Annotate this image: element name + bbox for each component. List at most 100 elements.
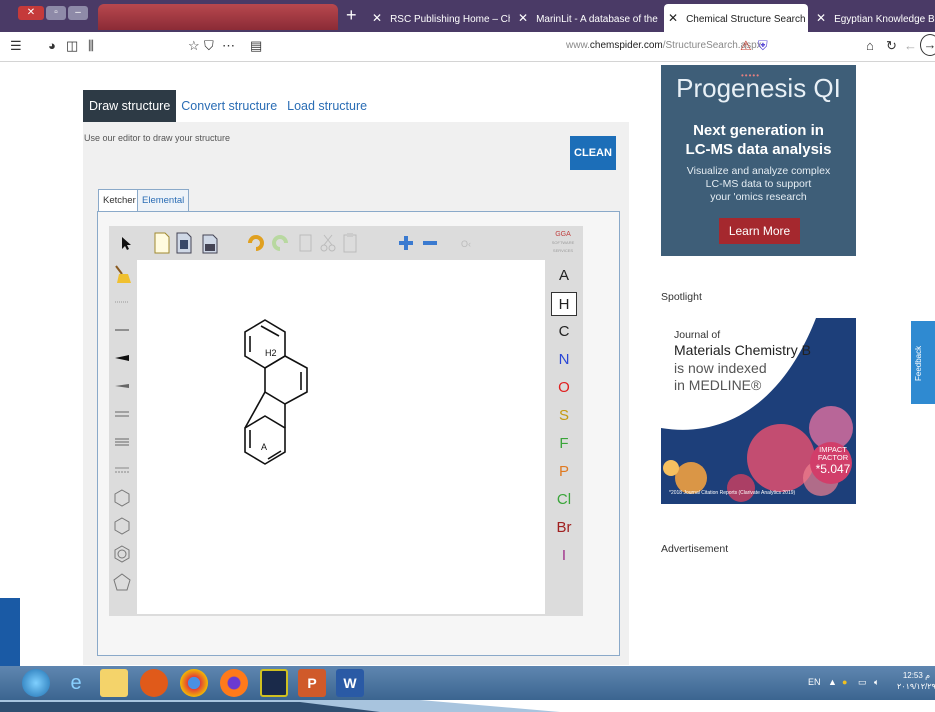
atom-button-p[interactable]: P [551, 460, 577, 484]
h2-label: H2 [265, 348, 277, 358]
select-arrow-icon[interactable] [117, 232, 135, 254]
back-icon[interactable]: ← [904, 38, 917, 53]
single-bond-icon[interactable] [112, 320, 132, 340]
page-actions-icon[interactable]: ⋯ [222, 38, 235, 54]
journal-name: Materials Chemistry B [674, 342, 811, 358]
indexed-text: is now indexed [674, 360, 767, 376]
journal-of-text: Journal of [674, 329, 721, 341]
atom-button-a[interactable]: A [551, 264, 577, 288]
tab-close-icon[interactable]: ✕ [816, 4, 826, 32]
feedback-button[interactable]: Feedback [911, 321, 935, 404]
insecure-icon[interactable]: ⚠ [740, 38, 752, 54]
impact-factor-badge: IMPACT FACTOR *5.047 [815, 445, 851, 477]
start-button[interactable] [22, 669, 50, 697]
molecule-structure: H2 A [244, 319, 308, 465]
reader-view-icon[interactable]: ▤ [250, 38, 262, 54]
bookmark-star-icon[interactable]: ☆ [188, 38, 200, 54]
tab-close-icon[interactable]: ✕ [668, 4, 678, 32]
window-maximize-button[interactable]: ▫ [46, 6, 66, 20]
tab-close-icon[interactable]: ✕ [372, 4, 382, 32]
triple-bond-icon[interactable] [112, 432, 132, 452]
any-bond-icon[interactable] [112, 292, 132, 312]
volume-icon[interactable]: 🔈︎ [874, 677, 879, 688]
tab-close-icon[interactable]: ✕ [518, 4, 528, 32]
jcr-credit: *2018 Journal Citation Reports (Clarivat… [669, 490, 796, 496]
redo-icon[interactable] [271, 232, 289, 254]
atom-button-c[interactable]: C [551, 320, 577, 344]
sidebar-icon[interactable]: ◫ [66, 38, 78, 54]
cyclopentane-icon[interactable] [112, 572, 132, 592]
hash-bond-icon[interactable] [112, 376, 132, 396]
cyclohexane-icon[interactable] [112, 516, 132, 536]
tab-marinlit[interactable]: ✕ MarinLit - A database of the m [514, 4, 660, 32]
editor-tab-elemental[interactable]: Elemental [137, 189, 190, 211]
tab-draw-structure[interactable]: Draw structure [83, 90, 177, 122]
progenesis-ad[interactable]: ••••• Progenesis QI Next generation in LC… [661, 65, 856, 256]
learn-more-button[interactable]: Learn More [719, 218, 800, 244]
window-close-button[interactable]: ✕ [18, 6, 44, 20]
language-indicator[interactable]: EN [808, 677, 821, 687]
atom-button-o[interactable]: O [551, 376, 577, 400]
undo-icon[interactable] [247, 232, 265, 254]
atom-button-s[interactable]: S [551, 404, 577, 428]
atom-button-br[interactable]: Br [551, 516, 577, 540]
open-file-icon[interactable] [175, 232, 193, 254]
reload-icon[interactable]: ↻ [886, 38, 897, 54]
journal-banner[interactable]: Journal of Materials Chemistry B is now … [661, 318, 856, 504]
chrome-icon[interactable] [180, 669, 208, 697]
file-explorer-icon[interactable] [100, 669, 128, 697]
cut-icon[interactable] [319, 232, 337, 254]
powerpoint-icon[interactable]: P [298, 669, 326, 697]
zoom-out-icon[interactable] [421, 232, 439, 254]
tab-ekb[interactable]: ✕Egyptian Knowledge Bank [812, 4, 935, 32]
extension-icon[interactable]: ◕ [48, 38, 56, 53]
copy-icon[interactable] [297, 232, 315, 254]
paste-icon[interactable] [341, 232, 359, 254]
ie-icon[interactable]: e [62, 669, 90, 697]
tab-convert-structure[interactable]: Convert structure [176, 90, 282, 122]
save-file-icon[interactable] [201, 232, 219, 254]
menu-icon[interactable]: ☰ [10, 38, 22, 54]
drawing-canvas[interactable]: H2 A [137, 260, 545, 614]
aromatic-ring-icon[interactable] [112, 544, 132, 564]
query-icon[interactable]: O‹ [459, 232, 477, 254]
tracking-shield-icon[interactable]: ⛨ [758, 38, 768, 54]
atom-button-f[interactable]: F [551, 432, 577, 456]
home-icon[interactable]: ⌂ [866, 38, 874, 53]
editor-tab-ketcher[interactable]: Ketcher [98, 189, 141, 211]
double-bond-icon[interactable] [112, 404, 132, 424]
tab-load-structure[interactable]: Load structure [282, 90, 372, 122]
tab-blurred[interactable] [98, 4, 338, 30]
window-minimize-button[interactable]: – [68, 6, 88, 20]
atom-button-i[interactable]: I [551, 544, 577, 568]
pocket-icon[interactable]: ⛉ [204, 38, 214, 54]
word-icon[interactable]: W [336, 669, 364, 697]
atom-button-cl[interactable]: Cl [551, 488, 577, 512]
address-bar[interactable]: www.chemspider.com/StructureSearch.aspx [566, 40, 762, 51]
firefox-icon[interactable] [220, 669, 248, 697]
medline-text: in MEDLINE® [674, 377, 762, 393]
tray-arrow-icon[interactable]: ▲ [828, 677, 837, 687]
atom-button-h[interactable]: H [551, 292, 577, 316]
app-icon[interactable] [260, 669, 288, 697]
aromatic-bond-icon[interactable] [112, 460, 132, 480]
network-icon[interactable]: ▭ [858, 677, 867, 688]
new-document-icon[interactable] [153, 232, 171, 254]
media-player-icon[interactable] [140, 669, 168, 697]
wedge-bond-icon[interactable] [112, 348, 132, 368]
clean-button[interactable]: CLEAN [570, 136, 616, 170]
tab-chemspider-active[interactable]: ✕ Chemical Structure Search [664, 4, 808, 32]
tab-rsc[interactable]: ✕RSC Publishing Home – Chem [368, 4, 510, 32]
system-clock[interactable]: 12:53 م ٢٠١٩/١٢/٢٩ [897, 670, 935, 692]
forward-icon[interactable]: → [920, 34, 935, 56]
library-icon[interactable]: ⫼ [88, 38, 94, 54]
window-controls: ✕ ▫ – [18, 6, 88, 20]
new-tab-button[interactable]: + [346, 6, 357, 24]
tray-security-icon[interactable]: ● [842, 677, 847, 687]
zoom-in-icon[interactable] [397, 232, 415, 254]
eraser-broom-icon[interactable] [112, 264, 132, 284]
ketcher-editor: O‹ GGA SOFTWARE SERVICES H2 A A H C N O … [109, 226, 583, 616]
spotlight-heading: Spotlight [661, 291, 702, 303]
benzene-ring-icon[interactable] [112, 488, 132, 508]
atom-button-n[interactable]: N [551, 348, 577, 372]
